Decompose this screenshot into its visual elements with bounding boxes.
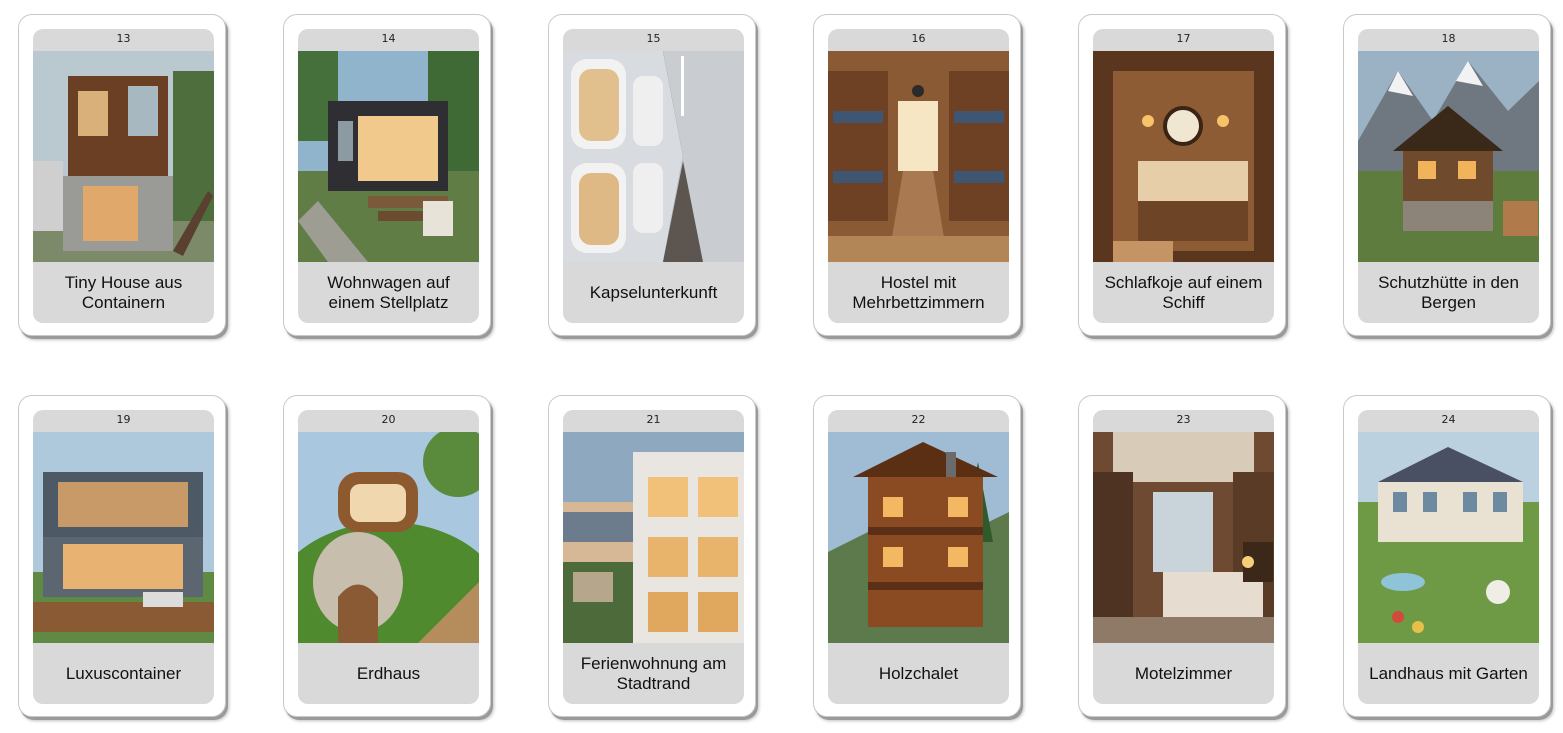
card-number: 19 <box>116 413 131 426</box>
hostel-dorm-image <box>828 51 1009 262</box>
card-number: 14 <box>381 32 396 45</box>
capsule-hotel-image <box>563 51 744 262</box>
card-face: 18 Schutzhütte in den Bergen <box>1358 29 1539 323</box>
card-22[interactable]: 22 Holzchalet <box>813 395 1021 717</box>
card-number: 22 <box>911 413 926 426</box>
card-face: 23 Motelzimmer <box>1093 410 1274 704</box>
card-label: Ferienwohnung am Stadtrand <box>580 653 727 693</box>
card-label: Motelzimmer <box>1134 663 1233 683</box>
card-label: Schutzhütte in den Bergen <box>1378 272 1519 312</box>
card-18[interactable]: 18 Schutzhütte in den Bergen <box>1343 14 1551 336</box>
card-14[interactable]: 14 Wohnwagen auf einem Stellplatz <box>283 14 491 336</box>
card-number: 16 <box>911 32 926 45</box>
card-19[interactable]: 19 Luxuscontainer <box>18 395 226 717</box>
card-label: Luxuscontainer <box>65 663 182 683</box>
ship-berth-image <box>1093 51 1274 262</box>
card-label: Landhaus mit Garten <box>1369 663 1528 683</box>
holiday-apartment-image <box>563 432 744 643</box>
card-21[interactable]: 21 Ferienwohnung am Stadtrand <box>548 395 756 717</box>
wooden-chalet-image <box>828 432 1009 643</box>
card-face: 24 Landhaus mit Garten <box>1358 410 1539 704</box>
card-20[interactable]: 20 Erdhaus <box>283 395 491 717</box>
card-face: 15 Kapselunterkunft <box>563 29 744 323</box>
earth-house-image <box>298 432 479 643</box>
card-label: Hostel mit Mehrbettzimmern <box>852 272 985 312</box>
card-16[interactable]: 16 Hostel mit Mehrbettzimmern <box>813 14 1021 336</box>
caravan-image <box>298 51 479 262</box>
card-number: 23 <box>1176 413 1191 426</box>
mountain-hut-image <box>1358 51 1539 262</box>
container-tiny-house-image <box>33 51 214 262</box>
card-label: Erdhaus <box>356 663 421 683</box>
card-grid: 13 Tiny House aus Containern 14 Wohnwage… <box>0 0 1563 733</box>
card-number: 15 <box>646 32 661 45</box>
card-number: 21 <box>646 413 661 426</box>
card-face: 16 Hostel mit Mehrbettzimmern <box>828 29 1009 323</box>
card-face: 22 Holzchalet <box>828 410 1009 704</box>
card-number: 20 <box>381 413 396 426</box>
card-number: 24 <box>1441 413 1456 426</box>
card-face: 21 Ferienwohnung am Stadtrand <box>563 410 744 704</box>
card-label: Kapselunterkunft <box>589 282 718 302</box>
card-face: 14 Wohnwagen auf einem Stellplatz <box>298 29 479 323</box>
card-face: 13 Tiny House aus Containern <box>33 29 214 323</box>
motel-room-image <box>1093 432 1274 643</box>
card-number: 18 <box>1441 32 1456 45</box>
card-face: 20 Erdhaus <box>298 410 479 704</box>
card-15[interactable]: 15 Kapselunterkunft <box>548 14 756 336</box>
card-face: 19 Luxuscontainer <box>33 410 214 704</box>
card-23[interactable]: 23 Motelzimmer <box>1078 395 1286 717</box>
card-13[interactable]: 13 Tiny House aus Containern <box>18 14 226 336</box>
card-label: Holzchalet <box>878 663 959 683</box>
card-label: Schlafkoje auf einem Schiff <box>1104 272 1263 312</box>
card-number: 17 <box>1176 32 1191 45</box>
card-number: 13 <box>116 32 131 45</box>
card-17[interactable]: 17 Schlafkoje auf einem Schiff <box>1078 14 1286 336</box>
card-label: Wohnwagen auf einem Stellplatz <box>327 272 450 312</box>
card-label: Tiny House aus Containern <box>64 272 183 312</box>
card-face: 17 Schlafkoje auf einem Schiff <box>1093 29 1274 323</box>
country-house-image <box>1358 432 1539 643</box>
card-24[interactable]: 24 Landhaus mit Garten <box>1343 395 1551 717</box>
luxury-container-image <box>33 432 214 643</box>
